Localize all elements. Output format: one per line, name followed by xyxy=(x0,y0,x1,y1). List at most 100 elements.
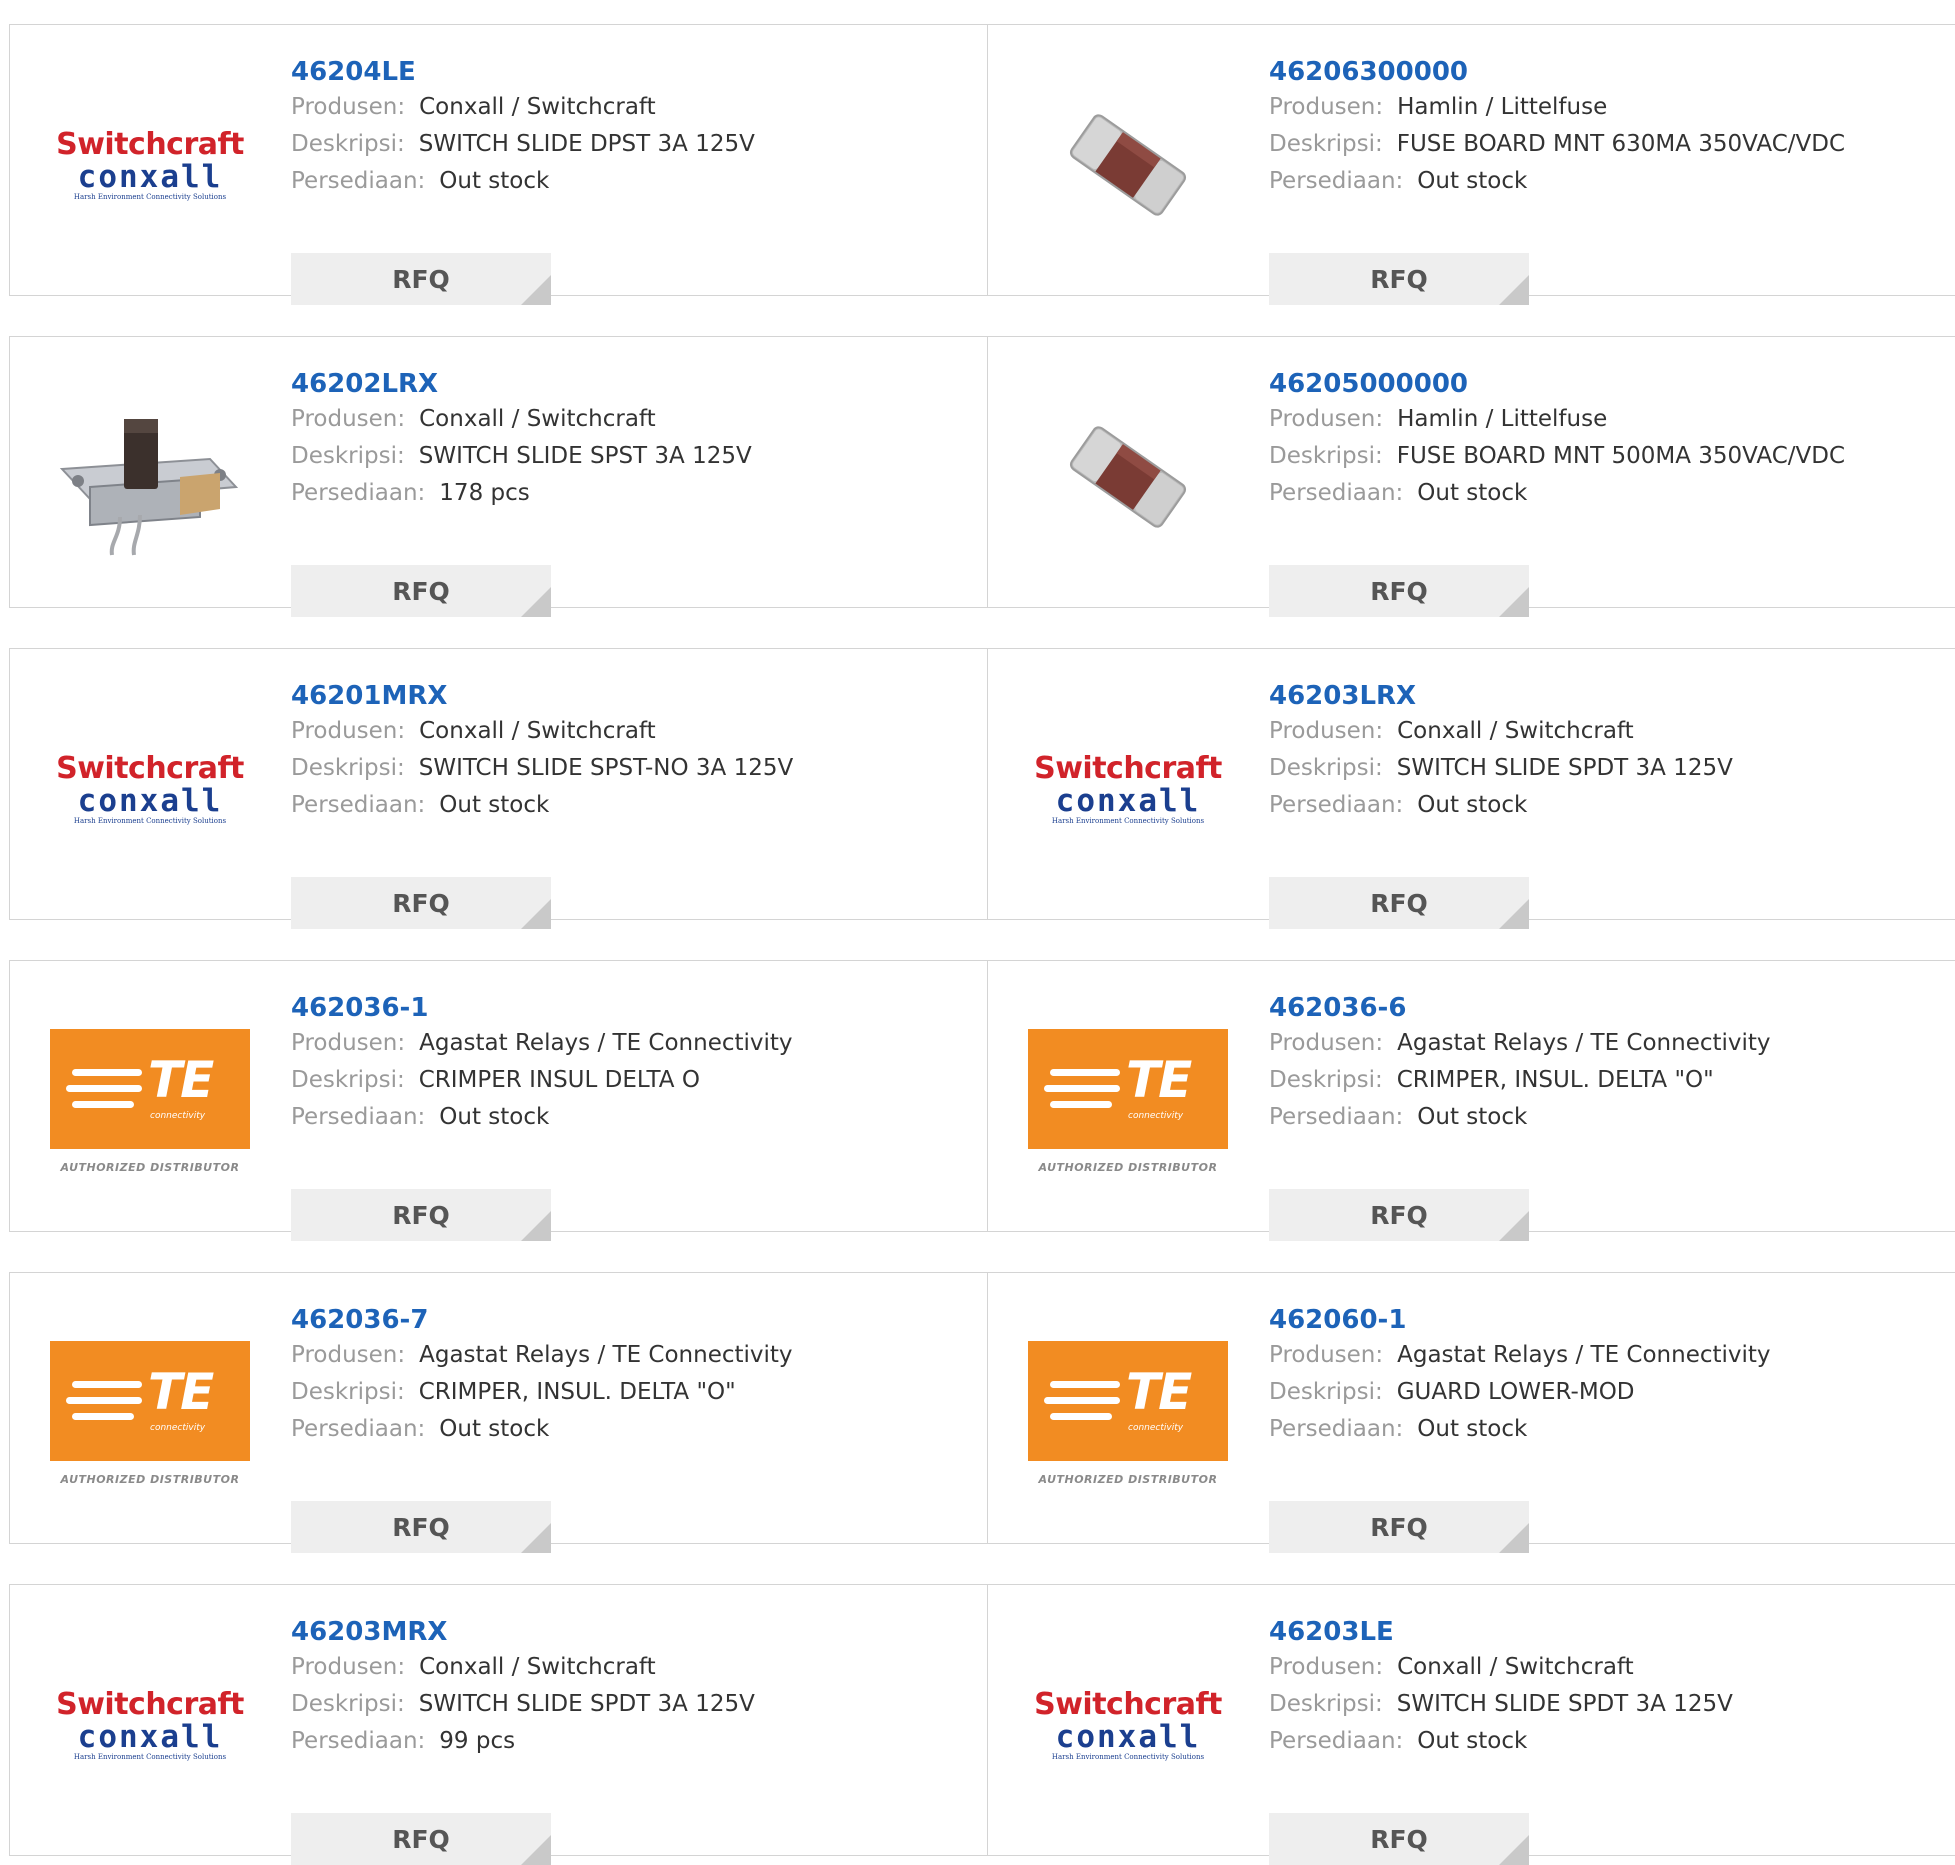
switchcraft-conxall-logo: Switchcraft conxall Harsh Environment Co… xyxy=(56,127,244,202)
part-number-link[interactable]: 46203MRX xyxy=(291,1615,755,1649)
stock-label: Persediaan: xyxy=(291,1104,426,1130)
product-image[interactable]: TE connectivity AUTHORIZED DISTRIBUTOR xyxy=(1028,1313,1228,1513)
part-number-link[interactable]: 462060-1 xyxy=(1269,1303,1771,1337)
part-number-link[interactable]: 462036-7 xyxy=(291,1303,793,1337)
rfq-button[interactable]: RFQ xyxy=(1269,1813,1529,1865)
stock-label: Persediaan: xyxy=(1269,1416,1404,1442)
rfq-button[interactable]: RFQ xyxy=(1269,565,1529,617)
stock-value: Out stock xyxy=(1417,1104,1528,1130)
smd-fuse-photo xyxy=(1069,114,1187,216)
part-number-link[interactable]: 462036-6 xyxy=(1269,991,1771,1025)
stock-value: Out stock xyxy=(439,1416,550,1442)
product-info: 46203LRX Produsen: Conxall / Switchcraft … xyxy=(1269,679,1733,929)
product-image[interactable]: Switchcraft conxall Harsh Environment Co… xyxy=(1028,689,1228,889)
product-info: 46201MRX Produsen: Conxall / Switchcraft … xyxy=(291,679,794,929)
description-value: SWITCH SLIDE DPST 3A 125V xyxy=(418,131,755,157)
corner-triangle-icon xyxy=(521,1835,551,1865)
stock-row: Persediaan: Out stock xyxy=(1269,163,1845,200)
part-number-link[interactable]: 46201MRX xyxy=(291,679,793,713)
product-image[interactable] xyxy=(1028,377,1228,577)
stock-row: Persediaan: 99 pcs xyxy=(291,1723,755,1760)
stock-row: Persediaan: Out stock xyxy=(291,787,793,824)
stock-value: Out stock xyxy=(1417,792,1528,818)
part-number-link[interactable]: 46203LE xyxy=(1269,1615,1733,1649)
description-value: CRIMPER, INSUL. DELTA "O" xyxy=(418,1379,736,1405)
product-image[interactable]: Switchcraft conxall Harsh Environment Co… xyxy=(50,1625,250,1825)
stock-row: Persediaan: Out stock xyxy=(1269,475,1845,512)
part-number-link[interactable]: 46205000000 xyxy=(1269,367,1845,401)
rfq-button[interactable]: RFQ xyxy=(291,253,551,305)
manufacturer-value: Conxall / Switchcraft xyxy=(1397,718,1634,744)
product-info: 462060-1 Produsen: Agastat Relays / TE Co… xyxy=(1269,1303,1771,1553)
rfq-button-label: RFQ xyxy=(392,1824,450,1854)
description-value: FUSE BOARD MNT 630MA 350VAC/VDC xyxy=(1396,131,1846,157)
rfq-button-label: RFQ xyxy=(392,888,450,918)
product-image[interactable]: TE connectivity AUTHORIZED DISTRIBUTOR xyxy=(1028,1001,1228,1201)
product-image[interactable]: Switchcraft conxall Harsh Environment Co… xyxy=(1028,1625,1228,1825)
manufacturer-value: Hamlin / Littelfuse xyxy=(1397,94,1608,120)
manufacturer-row: Produsen: Conxall / Switchcraft xyxy=(291,713,793,750)
rfq-button[interactable]: RFQ xyxy=(1269,877,1529,929)
manufacturer-label: Produsen: xyxy=(1269,1654,1384,1680)
part-number-link[interactable]: 462036-1 xyxy=(291,991,793,1025)
rfq-button-label: RFQ xyxy=(1370,1200,1428,1230)
manufacturer-row: Produsen: Conxall / Switchcraft xyxy=(1269,1649,1733,1686)
product-image[interactable]: Switchcraft conxall Harsh Environment Co… xyxy=(50,689,250,889)
rfq-button[interactable]: RFQ xyxy=(291,1813,551,1865)
rfq-button-label: RFQ xyxy=(1370,264,1428,294)
product-info: 46204LE Produsen: Conxall / Switchcraft D… xyxy=(291,55,755,305)
description-row: Deskripsi: GUARD LOWER-MOD xyxy=(1269,1374,1771,1411)
product-info: 46203MRX Produsen: Conxall / Switchcraft … xyxy=(291,1615,755,1865)
corner-triangle-icon xyxy=(1499,1211,1529,1241)
rfq-button[interactable]: RFQ xyxy=(291,1501,551,1553)
rfq-button-label: RFQ xyxy=(1370,1824,1428,1854)
manufacturer-row: Produsen: Agastat Relays / TE Connectivit… xyxy=(1269,1025,1771,1062)
rfq-button[interactable]: RFQ xyxy=(291,1189,551,1241)
stock-label: Persediaan: xyxy=(1269,168,1404,194)
manufacturer-label: Produsen: xyxy=(291,406,406,432)
rfq-button[interactable]: RFQ xyxy=(291,565,551,617)
corner-triangle-icon xyxy=(1499,899,1529,929)
switchcraft-conxall-logo: Switchcraft conxall Harsh Environment Co… xyxy=(56,1687,244,1762)
description-label: Deskripsi: xyxy=(1269,755,1383,781)
rfq-button[interactable]: RFQ xyxy=(1269,1501,1529,1553)
product-row: TE connectivity AUTHORIZED DISTRIBUTOR 4… xyxy=(9,1272,1955,1553)
description-row: Deskripsi: FUSE BOARD MNT 500MA 350VAC/VD… xyxy=(1269,438,1845,475)
description-label: Deskripsi: xyxy=(291,131,405,157)
manufacturer-row: Produsen: Agastat Relays / TE Connectivit… xyxy=(291,1025,793,1062)
stock-label: Persediaan: xyxy=(1269,792,1404,818)
description-label: Deskripsi: xyxy=(1269,1379,1383,1405)
product-image[interactable]: Switchcraft conxall Harsh Environment Co… xyxy=(50,65,250,265)
stock-label: Persediaan: xyxy=(291,1416,426,1442)
stock-value: 99 pcs xyxy=(439,1728,516,1754)
part-number-link[interactable]: 46206300000 xyxy=(1269,55,1845,89)
rfq-button[interactable]: RFQ xyxy=(291,877,551,929)
product-image[interactable]: TE connectivity AUTHORIZED DISTRIBUTOR xyxy=(50,1001,250,1201)
description-value: SWITCH SLIDE SPST-NO 3A 125V xyxy=(418,755,794,781)
rfq-button-label: RFQ xyxy=(392,1200,450,1230)
description-row: Deskripsi: CRIMPER, INSUL. DELTA "O" xyxy=(291,1374,793,1411)
corner-triangle-icon xyxy=(521,1211,551,1241)
product-card: Switchcraft conxall Harsh Environment Co… xyxy=(10,649,987,929)
manufacturer-row: Produsen: Hamlin / Littelfuse xyxy=(1269,89,1845,126)
manufacturer-row: Produsen: Agastat Relays / TE Connectivit… xyxy=(291,1337,793,1374)
product-row: Switchcraft conxall Harsh Environment Co… xyxy=(9,1584,1955,1865)
manufacturer-value: Conxall / Switchcraft xyxy=(419,1654,656,1680)
stock-value: Out stock xyxy=(1417,1416,1528,1442)
product-card: Switchcraft conxall Harsh Environment Co… xyxy=(988,649,1955,929)
part-number-link[interactable]: 46203LRX xyxy=(1269,679,1733,713)
product-card: Switchcraft conxall Harsh Environment Co… xyxy=(988,1585,1955,1865)
rfq-button[interactable]: RFQ xyxy=(1269,1189,1529,1241)
product-image[interactable] xyxy=(50,377,250,577)
product-image[interactable] xyxy=(1028,65,1228,265)
description-value: CRIMPER, INSUL. DELTA "O" xyxy=(1396,1067,1714,1093)
manufacturer-label: Produsen: xyxy=(1269,1030,1384,1056)
description-label: Deskripsi: xyxy=(1269,1691,1383,1717)
te-connectivity-logo: TE connectivity AUTHORIZED DISTRIBUTOR xyxy=(50,1340,250,1486)
product-image[interactable]: TE connectivity AUTHORIZED DISTRIBUTOR xyxy=(50,1313,250,1513)
part-number-link[interactable]: 46202LRX xyxy=(291,367,752,401)
manufacturer-value: Conxall / Switchcraft xyxy=(1397,1654,1634,1680)
product-row: Switchcraft conxall Harsh Environment Co… xyxy=(9,24,1955,305)
part-number-link[interactable]: 46204LE xyxy=(291,55,755,89)
rfq-button[interactable]: RFQ xyxy=(1269,253,1529,305)
